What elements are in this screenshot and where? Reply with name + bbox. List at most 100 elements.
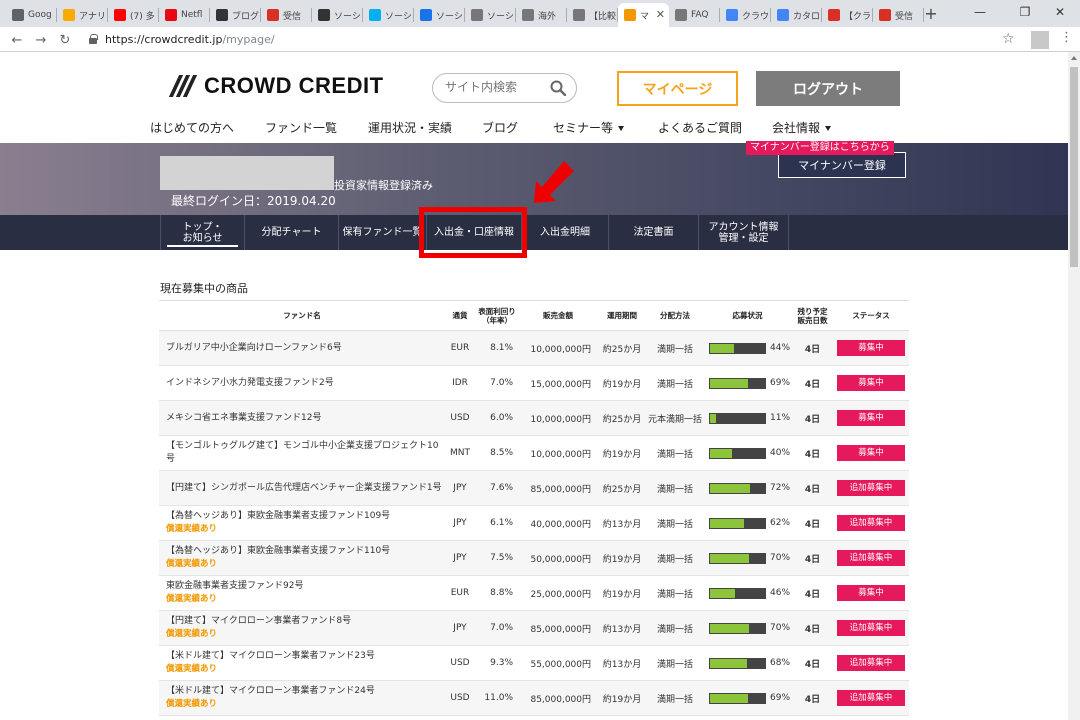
forward-button[interactable]: → — [32, 31, 50, 49]
fund-name-cell[interactable]: 【為替ヘッジあり】東欧金融事業者支援ファンド109号 償還実績あり — [159, 505, 445, 541]
status-badge[interactable]: 追加募集中 — [837, 550, 905, 566]
status-badge[interactable]: 募集中 — [837, 340, 905, 356]
fund-name[interactable]: 【円建て】マイクロローン事業者ファンド8号 — [166, 616, 351, 626]
fund-name[interactable]: 【モンゴルトゥグルグ建て】モンゴル中小企業支援プロジェクト10号 — [166, 441, 438, 464]
status-badge[interactable]: 追加募集中 — [837, 690, 905, 706]
tab-close-icon[interactable]: ✕ — [656, 8, 665, 21]
search-input[interactable] — [445, 80, 545, 94]
fund-name-cell[interactable]: ブルガリア中小企業向けローンファンド6号 — [159, 330, 445, 366]
nav-item-seminar[interactable]: セミナー等 — [553, 119, 625, 136]
browser-tab[interactable]: Goog — [6, 3, 57, 27]
table-row[interactable]: 【円建て】マイクロローン事業者ファンド8号 償還実績あり JPY 7.0% 85,000… — [159, 610, 909, 646]
browser-tab[interactable]: ブログ — [210, 3, 261, 27]
maximize-button[interactable]: ❐ — [1005, 0, 1045, 24]
browser-tab[interactable]: 【比較 — [567, 3, 618, 27]
scroll-thumb[interactable] — [1070, 67, 1078, 267]
address-bar[interactable]: https://crowdcredit.jp/mypage/ — [105, 33, 275, 46]
mypage-button[interactable]: マイページ — [617, 71, 738, 106]
new-tab-button[interactable]: + — [921, 3, 941, 23]
nav-item-faq[interactable]: よくあるご質問 — [658, 119, 742, 136]
fund-name-cell[interactable]: 【為替ヘッジあり】東欧金融事業者支援ファンド110号 償還実績あり — [159, 540, 445, 576]
fund-name-cell[interactable]: 【円建て】マイクロローン事業者ファンド8号 償還実績あり — [159, 610, 445, 646]
table-row[interactable]: 【米ドル建て】マイクロローン事業者ファンド23号 償還実績あり USD 9.3% 55,… — [159, 645, 909, 681]
fund-name[interactable]: 【米ドル建て】マイクロローン事業者ファンド24号 — [166, 686, 375, 696]
profile-avatar[interactable] — [1031, 31, 1049, 49]
browser-tab[interactable]: ソーシ — [312, 3, 363, 27]
reload-button[interactable]: ↻ — [56, 31, 74, 49]
browser-tab[interactable]: クラウ — [720, 3, 771, 27]
nav-item-company[interactable]: 会社情報 — [772, 119, 832, 136]
status-badge[interactable]: 募集中 — [837, 410, 905, 426]
browser-tab[interactable]: ソーシ — [465, 3, 516, 27]
status-badge[interactable]: 追加募集中 — [837, 655, 905, 671]
browser-tab[interactable]: 受信 — [873, 3, 924, 27]
browser-tab[interactable]: (7) 多 — [108, 3, 159, 27]
nav-item-getting-started[interactable]: はじめての方へ — [150, 119, 234, 136]
table-row[interactable]: 東欧金融事業者支援ファンド92号 償還実績あり EUR 8.8% 25,000,000円… — [159, 575, 909, 611]
bookmark-star-icon[interactable]: ☆ — [1002, 31, 1015, 47]
browser-tab[interactable]: Netfl — [159, 3, 210, 27]
status-badge[interactable]: 募集中 — [837, 585, 905, 601]
logout-button[interactable]: ログアウト — [756, 71, 900, 106]
browser-tab[interactable]: FAQ — [669, 3, 720, 27]
subnav-top-news[interactable]: トップ・ お知らせ — [160, 215, 245, 250]
table-row[interactable]: メキシコ省エネ事業支援ファンド12号 USD 6.0% 10,000,000円 約25か… — [159, 400, 909, 436]
table-row[interactable]: 【モンゴルトゥグルグ建て】モンゴル中小企業支援プロジェクト10号 MNT 8.5% 1… — [159, 435, 909, 471]
fund-name-cell[interactable]: 【米ドル建て】マイクロローン事業者ファンド23号 償還実績あり — [159, 645, 445, 681]
status-badge[interactable]: 追加募集中 — [837, 620, 905, 636]
table-row[interactable]: ブルガリア中小企業向けローンファンド6号 EUR 8.1% 10,000,000円 約2… — [159, 330, 909, 366]
subnav-holdings[interactable]: 保有ファンド一覧 — [339, 215, 427, 250]
crowdcredit-logo[interactable]: CROWD CREDIT — [168, 72, 384, 100]
fund-name[interactable]: ブルガリア中小企業向けローンファンド6号 — [166, 343, 342, 353]
site-search — [432, 73, 577, 103]
fund-name-cell[interactable]: 【米ドル建て】マイクロローン事業者ファンド24号 償還実績あり — [159, 680, 445, 716]
scroll-up-icon[interactable] — [1071, 56, 1077, 60]
minimize-button[interactable]: — — [960, 0, 1000, 24]
table-row[interactable]: 【為替ヘッジあり】東欧金融事業者支援ファンド110号 償還実績あり JPY 7.5% 5… — [159, 540, 909, 576]
fund-name[interactable]: 東欧金融事業者支援ファンド92号 — [166, 581, 303, 591]
browser-tab[interactable]: 海外 — [516, 3, 567, 27]
browser-menu-icon[interactable]: ⋮ — [1060, 30, 1073, 45]
browser-tab[interactable]: ソーシ — [363, 3, 414, 27]
status-badge[interactable]: 追加募集中 — [837, 515, 905, 531]
fund-name-cell[interactable]: 東欧金融事業者支援ファンド92号 償還実績あり — [159, 575, 445, 611]
fund-name[interactable]: インドネシア小水力発電支援ファンド2号 — [166, 378, 334, 388]
fund-name[interactable]: 【米ドル建て】マイクロローン事業者ファンド23号 — [166, 651, 375, 661]
tab-title: ソーシ — [385, 11, 412, 22]
browser-tab[interactable]: ソーシ — [414, 3, 465, 27]
fund-name[interactable]: 【円建て】シンガポール広告代理店ベンチャー企業支援ファンド1号 — [166, 483, 442, 493]
info-circle-icon — [216, 9, 228, 21]
search-icon[interactable] — [550, 80, 566, 96]
browser-tab[interactable]: 受信 — [261, 3, 312, 27]
nav-item-performance[interactable]: 運用状況・実績 — [368, 119, 452, 136]
table-row[interactable]: インドネシア小水力発電支援ファンド2号 IDR 7.0% 15,000,000円 約19… — [159, 365, 909, 401]
fund-name-cell[interactable]: インドネシア小水力発電支援ファンド2号 — [159, 365, 445, 401]
subnav-distribution-chart[interactable]: 分配チャート — [245, 215, 339, 250]
window-close-button[interactable]: ✕ — [1040, 0, 1080, 24]
browser-tab[interactable]: カタロ — [771, 3, 822, 27]
fund-name[interactable]: 【為替ヘッジあり】東欧金融事業者支援ファンド110号 — [166, 546, 390, 556]
back-button[interactable]: ← — [8, 31, 26, 49]
subnav-transactions[interactable]: 入出金明細 — [522, 215, 609, 250]
status-cell: 追加募集中 — [833, 610, 909, 646]
fund-name-cell[interactable]: メキシコ省エネ事業支援ファンド12号 — [159, 400, 445, 436]
subnav-legal-documents[interactable]: 法定書面 — [609, 215, 699, 250]
fund-name-cell[interactable]: 【円建て】シンガポール広告代理店ベンチャー企業支援ファンド1号 — [159, 470, 445, 506]
table-row[interactable]: 【米ドル建て】マイクロローン事業者ファンド24号 償還実績あり USD 11.0% 85… — [159, 680, 909, 716]
fund-name[interactable]: メキシコ省エネ事業支援ファンド12号 — [166, 413, 321, 423]
browser-tab[interactable]: 【クラ — [822, 3, 873, 27]
fund-name-cell[interactable]: 【モンゴルトゥグルグ建て】モンゴル中小企業支援プロジェクト10号 — [159, 435, 445, 471]
nav-item-fund-list[interactable]: ファンド一覧 — [265, 119, 337, 136]
chevron-down-icon — [618, 126, 625, 131]
fund-name[interactable]: 【為替ヘッジあり】東欧金融事業者支援ファンド109号 — [166, 511, 390, 521]
subnav-account-settings[interactable]: アカウント情報 管理・設定 — [699, 215, 789, 250]
mynumber-register-button[interactable]: マイナンバー登録 — [778, 152, 906, 178]
nav-item-blog[interactable]: ブログ — [482, 119, 518, 136]
browser-tab[interactable]: アナリ — [57, 3, 108, 27]
browser-tab[interactable]: マ ✕ — [618, 3, 669, 27]
status-badge[interactable]: 追加募集中 — [837, 480, 905, 496]
table-row[interactable]: 【為替ヘッジあり】東欧金融事業者支援ファンド109号 償還実績あり JPY 6.1% 4… — [159, 505, 909, 541]
status-badge[interactable]: 募集中 — [837, 375, 905, 391]
table-row[interactable]: 【円建て】シンガポール広告代理店ベンチャー企業支援ファンド1号 JPY 7.6% 85… — [159, 470, 909, 506]
status-badge[interactable]: 募集中 — [837, 445, 905, 461]
